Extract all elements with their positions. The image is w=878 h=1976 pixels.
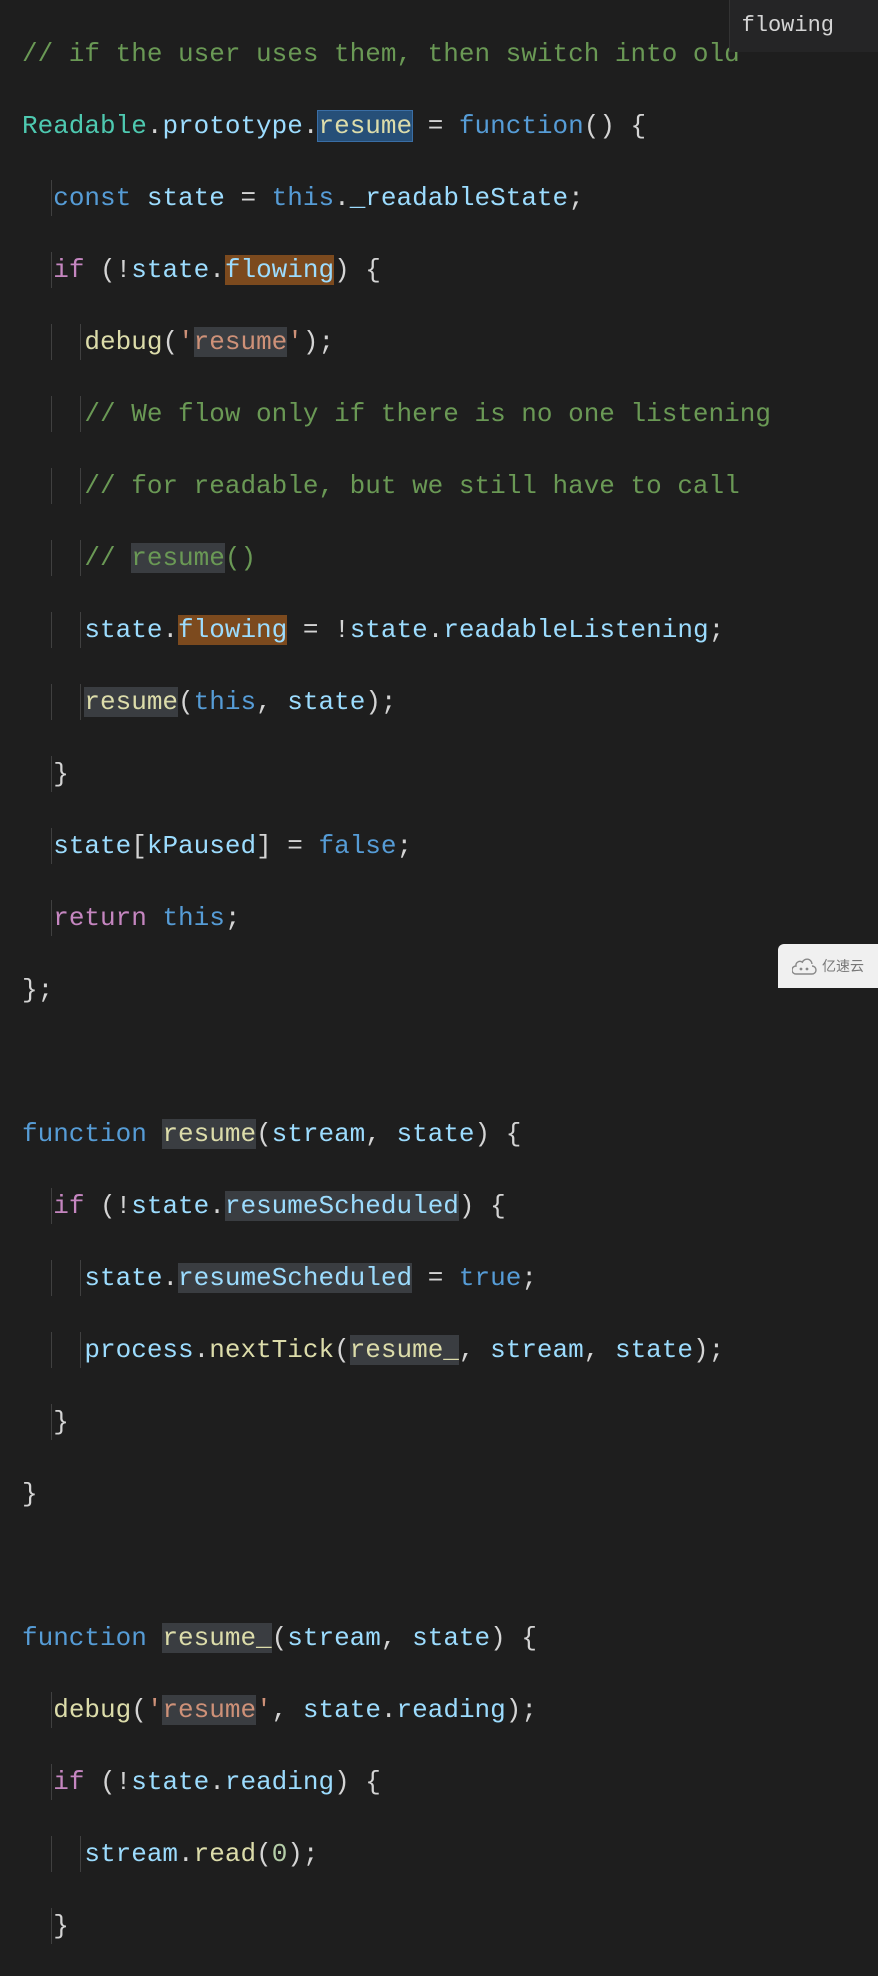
comment: // if the user uses them, then switch in… <box>22 39 740 69</box>
watermark-badge: 亿速云 <box>778 944 878 988</box>
comment: // We flow only if there is no one liste… <box>84 399 771 429</box>
watermark-label: 亿速云 <box>822 948 864 984</box>
highlighted-flowing: flowing <box>225 255 334 285</box>
type: Readable <box>22 111 147 141</box>
comment: // for readable, but we still have to ca… <box>84 471 739 501</box>
code-editor[interactable]: // if the user uses them, then switch in… <box>0 0 878 1976</box>
hover-tooltip: flowing <box>729 0 878 52</box>
cloud-icon <box>792 957 818 975</box>
tooltip-text: flowing <box>742 13 834 38</box>
selected-word[interactable]: resume <box>317 110 413 142</box>
